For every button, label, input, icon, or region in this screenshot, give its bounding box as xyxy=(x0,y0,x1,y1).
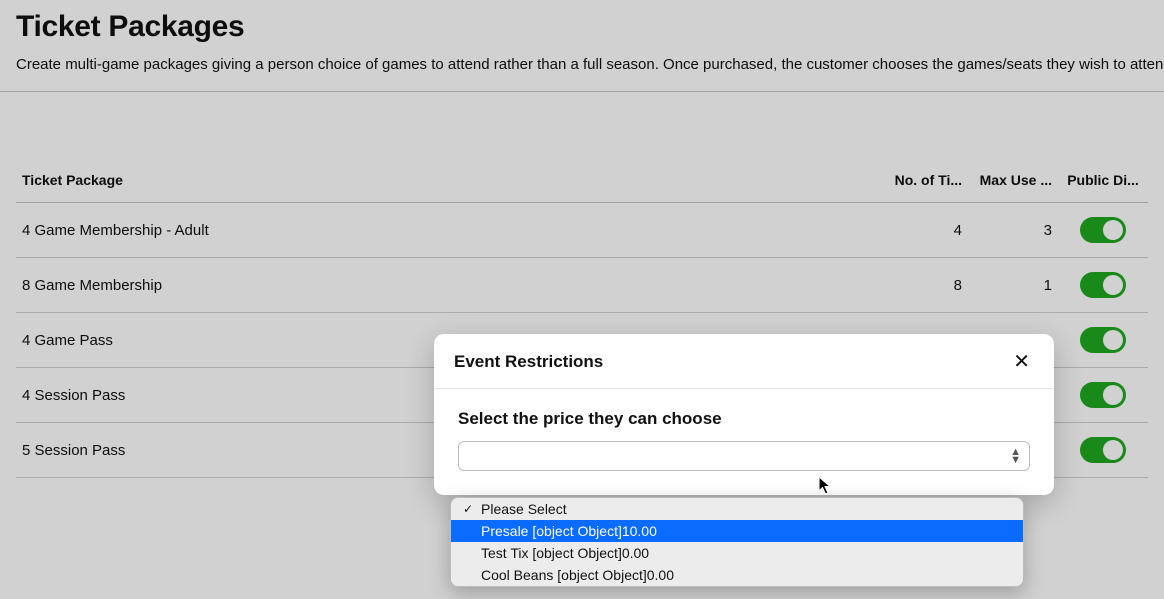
public-toggle[interactable] xyxy=(1080,327,1126,353)
cell-name: 4 Game Membership - Adult xyxy=(16,203,888,258)
price-option[interactable]: Test Tix [object Object]0.00 xyxy=(451,542,1023,564)
col-num-tickets[interactable]: No. of Ti... xyxy=(888,162,968,203)
modal-title: Event Restrictions xyxy=(454,352,603,372)
check-icon: ✓ xyxy=(461,502,475,516)
public-toggle[interactable] xyxy=(1080,382,1126,408)
price-option[interactable]: Cool Beans [object Object]0.00 xyxy=(451,564,1023,586)
col-name[interactable]: Ticket Package xyxy=(16,162,888,203)
table-row[interactable]: 4 Game Membership - Adult43 xyxy=(16,203,1148,258)
col-max-use[interactable]: Max Use ... xyxy=(968,162,1058,203)
cell-public-toggle xyxy=(1058,203,1148,258)
table-row[interactable]: 8 Game Membership81 xyxy=(16,258,1148,313)
price-option[interactable]: ✓ Please Select xyxy=(451,498,1023,520)
price-select-options[interactable]: ✓ Please Select Presale [object Object]10.… xyxy=(450,497,1024,587)
cell-max-use: 1 xyxy=(968,258,1058,313)
cell-name: 8 Game Membership xyxy=(16,258,888,313)
price-option[interactable]: Presale [object Object]10.00 xyxy=(451,520,1023,542)
select-arrows-icon: ▲▼ xyxy=(1010,448,1021,464)
modal-body: Select the price they can choose ▲▼ ✓Ple… xyxy=(434,389,1054,495)
price-option-label: Cool Beans [object Object]0.00 xyxy=(481,567,674,583)
cell-num-tickets: 4 xyxy=(888,203,968,258)
toggle-knob xyxy=(1103,330,1123,350)
cell-public-toggle xyxy=(1058,368,1148,423)
cell-num-tickets: 8 xyxy=(888,258,968,313)
close-icon[interactable]: ✕ xyxy=(1009,350,1034,374)
price-select[interactable]: ▲▼ xyxy=(458,441,1030,471)
toggle-knob xyxy=(1103,440,1123,460)
table-header-row: Ticket Package No. of Ti... Max Use ... … xyxy=(16,162,1148,203)
public-toggle[interactable] xyxy=(1080,437,1126,463)
col-public[interactable]: Public Di... xyxy=(1058,162,1148,203)
price-option-label: Presale [object Object]10.00 xyxy=(481,523,657,539)
cell-public-toggle xyxy=(1058,313,1148,368)
price-select-label: Select the price they can choose xyxy=(458,409,1030,429)
price-option-label: Please Select xyxy=(481,501,567,517)
public-toggle[interactable] xyxy=(1080,272,1126,298)
modal-header: Event Restrictions ✕ xyxy=(434,334,1054,389)
page-description: Create multi-game packages giving a pers… xyxy=(16,56,1148,73)
event-restrictions-modal: Event Restrictions ✕ Select the price th… xyxy=(434,334,1054,495)
page: Ticket Packages Create multi-game packag… xyxy=(0,0,1164,599)
cell-public-toggle xyxy=(1058,423,1148,478)
toggle-knob xyxy=(1103,385,1123,405)
page-header: Ticket Packages Create multi-game packag… xyxy=(0,0,1164,73)
page-title: Ticket Packages xyxy=(16,10,1148,44)
cell-public-toggle xyxy=(1058,258,1148,313)
toggle-knob xyxy=(1103,220,1123,240)
price-option-label: Test Tix [object Object]0.00 xyxy=(481,545,649,561)
cell-max-use: 3 xyxy=(968,203,1058,258)
public-toggle[interactable] xyxy=(1080,217,1126,243)
toggle-knob xyxy=(1103,275,1123,295)
